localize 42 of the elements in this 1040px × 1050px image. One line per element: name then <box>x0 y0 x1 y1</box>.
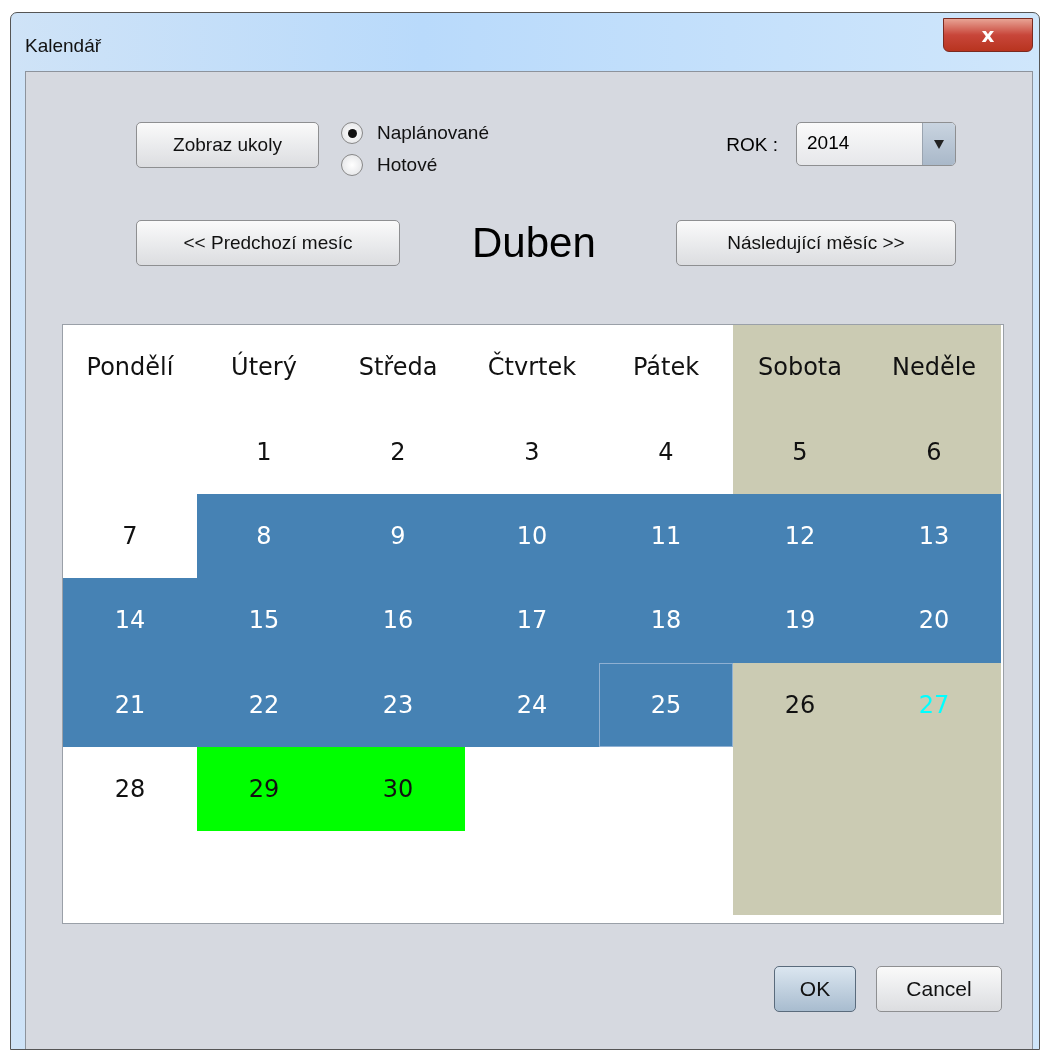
month-title: Duben <box>472 219 596 267</box>
previous-month-button[interactable]: << Predchozí mesíc <box>136 220 400 266</box>
day-cell[interactable]: 18 <box>599 578 733 663</box>
day-cell[interactable]: 23 <box>331 662 465 747</box>
day-cell[interactable]: 29 <box>197 746 331 832</box>
weekday-header: Neděle <box>867 325 1001 410</box>
day-cell[interactable]: 13 <box>867 493 1001 579</box>
ok-button[interactable]: OK <box>774 966 856 1012</box>
day-cell[interactable]: 24 <box>465 662 599 747</box>
year-label: ROK : <box>726 134 778 156</box>
day-cell[interactable]: 10 <box>465 493 599 579</box>
day-cell[interactable]: 26 <box>733 662 867 747</box>
day-cell[interactable]: 11 <box>599 493 733 579</box>
day-cell[interactable]: 21 <box>63 662 197 747</box>
day-cell[interactable]: 5 <box>733 409 867 494</box>
day-cell[interactable]: 19 <box>733 578 867 663</box>
day-cell[interactable]: 22 <box>197 662 331 747</box>
day-cell[interactable]: 30 <box>331 746 465 832</box>
radio-icon[interactable] <box>341 154 363 176</box>
day-cell[interactable]: 16 <box>331 578 465 663</box>
next-month-button[interactable]: Následující měsíc >> <box>676 220 956 266</box>
radio-option[interactable]: Naplánované <box>341 122 489 144</box>
day-cell[interactable]: 12 <box>733 493 867 579</box>
day-cell[interactable]: 8 <box>197 493 331 579</box>
cancel-button[interactable]: Cancel <box>876 966 1002 1012</box>
day-cell[interactable]: 14 <box>63 578 197 663</box>
day-cell[interactable]: 25 <box>599 662 733 747</box>
close-button[interactable]: x <box>943 18 1033 52</box>
year-dropdown[interactable]: 2014 <box>796 122 956 166</box>
day-cell[interactable]: 17 <box>465 578 599 663</box>
day-cell[interactable]: 15 <box>197 578 331 663</box>
show-tasks-button[interactable]: Zobraz ukoly <box>136 122 319 168</box>
radio-label: Naplánované <box>377 122 489 144</box>
radio-label: Hotové <box>377 154 438 176</box>
day-cell[interactable]: 20 <box>867 578 1001 663</box>
day-cell[interactable]: 9 <box>331 493 465 579</box>
window-title: Kalendář <box>25 35 102 57</box>
day-cell[interactable]: 6 <box>867 409 1001 494</box>
weekday-header: Sobota <box>733 325 867 410</box>
radio-option[interactable]: Hotové <box>341 154 489 176</box>
dropdown-arrow-icon <box>934 139 944 149</box>
radio-icon[interactable] <box>341 122 363 144</box>
